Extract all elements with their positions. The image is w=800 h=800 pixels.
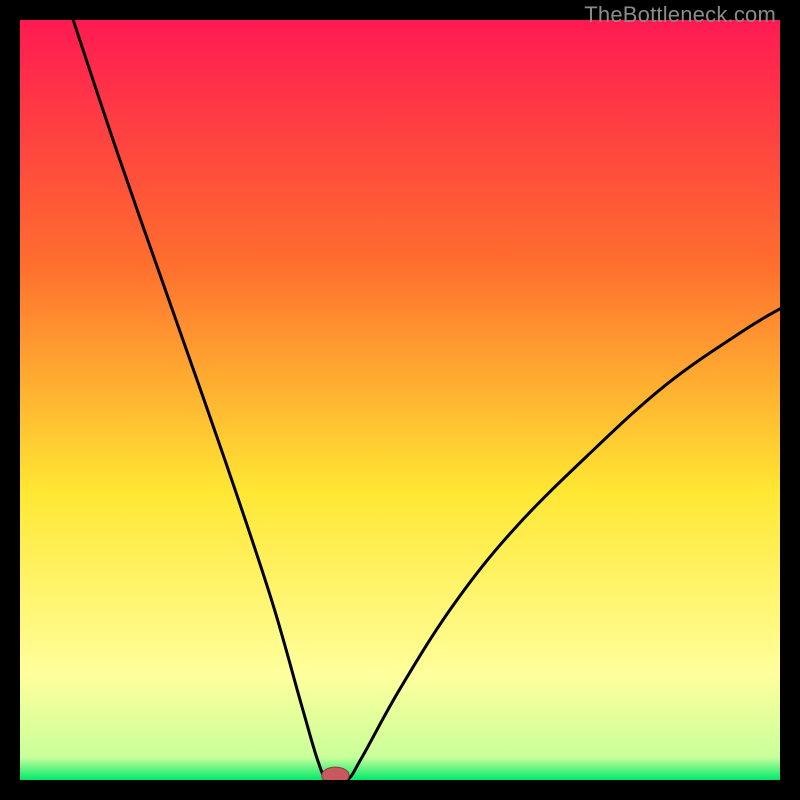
watermark-text: TheBottleneck.com [584, 2, 776, 28]
chart-frame [20, 20, 780, 780]
bottleneck-chart-svg [20, 20, 780, 780]
gradient-background [20, 20, 780, 780]
optimum-marker [322, 767, 349, 780]
